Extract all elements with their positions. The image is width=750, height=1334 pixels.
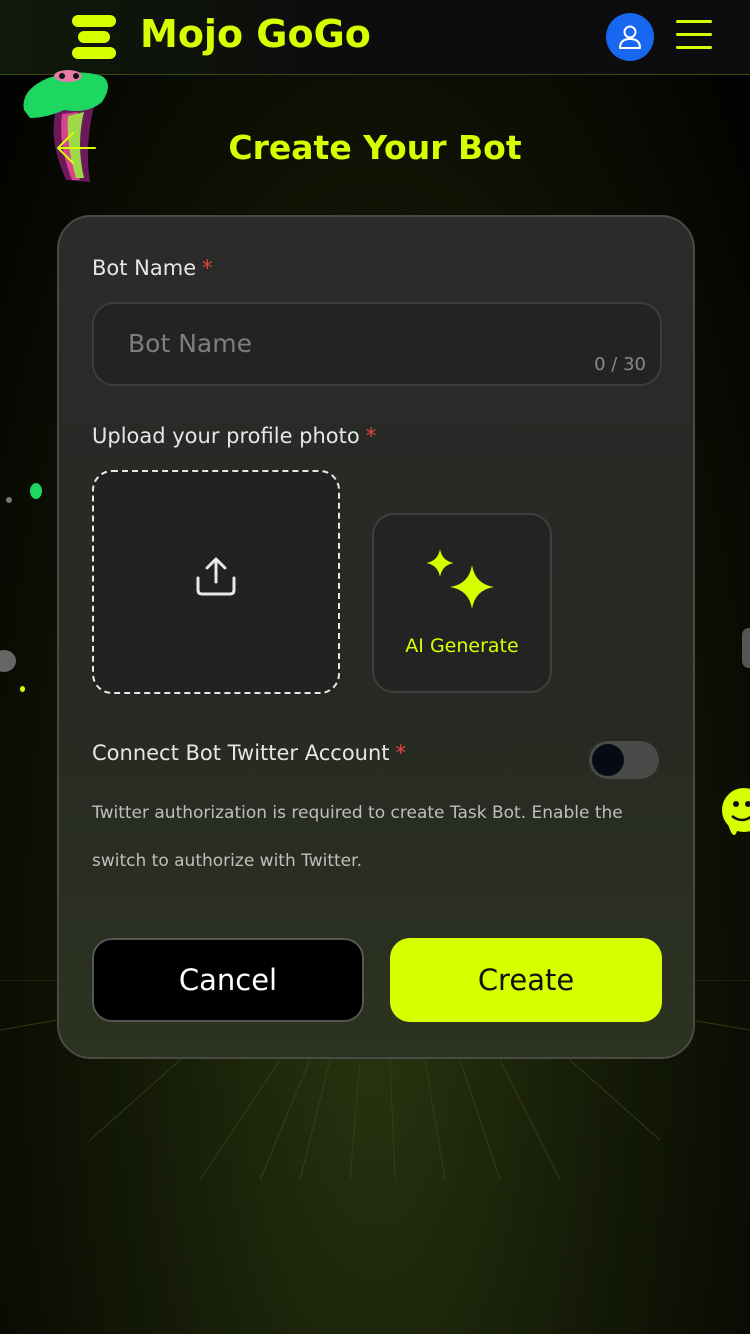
twitter-connect-toggle[interactable] <box>589 741 659 779</box>
grey-dot-decoration <box>6 497 12 503</box>
bot-name-label-text: Bot Name <box>92 256 197 280</box>
smiley-icon <box>722 788 750 836</box>
bot-name-field[interactable]: 0 / 30 <box>92 302 662 386</box>
ai-generate-button[interactable]: AI Generate <box>372 513 552 693</box>
profile-photo-label-text: Upload your profile photo <box>92 424 360 448</box>
cancel-button[interactable]: Cancel <box>92 938 364 1022</box>
upload-icon <box>196 557 236 596</box>
app-title: Mojo GoGo <box>140 12 371 56</box>
yellow-dot-decoration <box>20 686 25 692</box>
create-button[interactable]: Create <box>390 938 662 1022</box>
upload-photo-dropzone[interactable] <box>92 470 340 694</box>
required-mark: * <box>202 256 213 280</box>
grey-blob-decoration <box>0 650 16 672</box>
twitter-description: Twitter authorization is required to cre… <box>92 803 623 871</box>
character-counter: 0 / 30 <box>594 354 646 375</box>
create-bot-form-card: Bot Name* 0 / 30 Upload your profile pho… <box>57 215 695 1059</box>
twitter-label: Connect Bot Twitter Account * <box>92 741 406 765</box>
profile-photo-label: Upload your profile photo * <box>92 424 376 448</box>
toggle-knob <box>592 744 624 776</box>
hamburger-menu-icon[interactable] <box>676 20 712 52</box>
bot-name-input[interactable] <box>126 326 570 360</box>
required-mark: * <box>395 741 407 765</box>
twitter-label-text: Connect Bot Twitter Account <box>92 741 390 765</box>
green-blob-decoration <box>30 483 42 499</box>
user-avatar-button[interactable] <box>606 13 654 61</box>
required-mark: * <box>365 424 377 448</box>
bot-name-label: Bot Name * <box>92 256 213 280</box>
ai-generate-label: AI Generate <box>405 635 519 657</box>
user-icon <box>619 25 641 49</box>
sparkle-icon <box>426 549 494 609</box>
page-title: Create Your Bot <box>228 128 522 167</box>
logo-mark-icon <box>72 15 116 59</box>
grey-blob-right-decoration <box>742 628 750 668</box>
top-navigation-bar: Mojo GoGo <box>0 0 750 75</box>
